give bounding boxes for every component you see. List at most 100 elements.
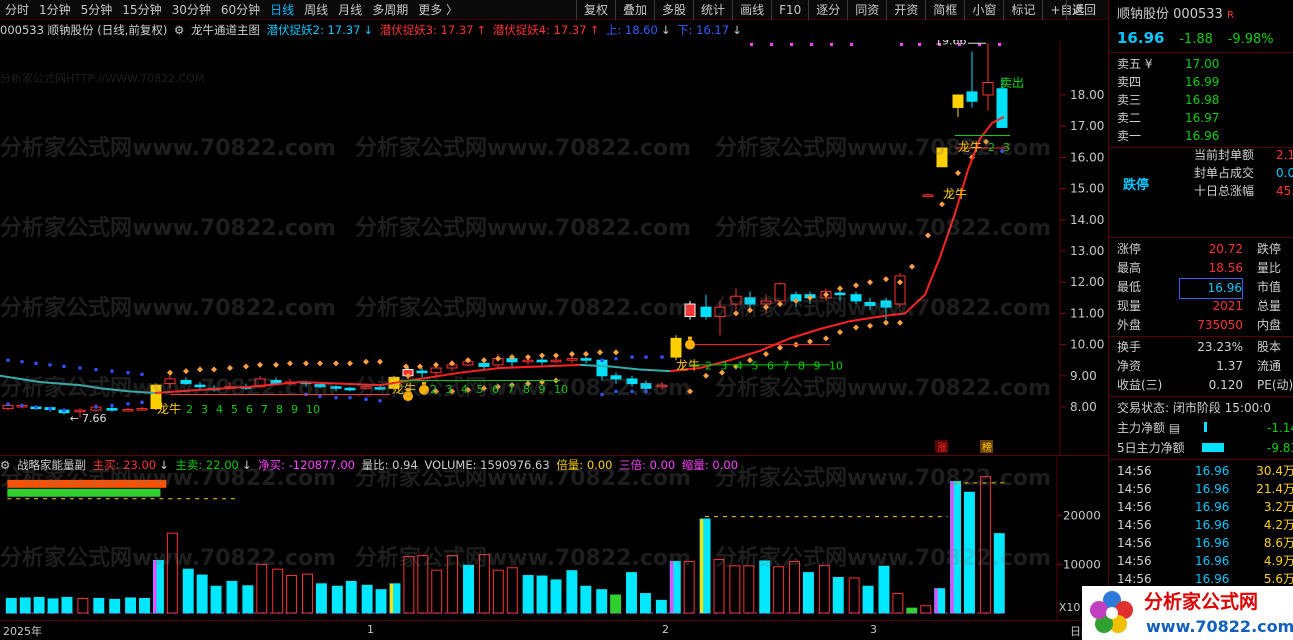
volume-bar[interactable] bbox=[226, 580, 238, 614]
volume-bar[interactable] bbox=[125, 597, 137, 614]
period-tab[interactable]: 更多 〉 bbox=[413, 0, 463, 20]
volume-bar[interactable] bbox=[109, 598, 121, 614]
volume-bar[interactable] bbox=[743, 565, 755, 614]
toolbar-button[interactable]: 叠加 bbox=[615, 0, 654, 20]
candle[interactable] bbox=[106, 407, 118, 412]
candle[interactable] bbox=[922, 193, 934, 197]
period-tab[interactable]: 30分钟 bbox=[167, 0, 216, 20]
volume-bar[interactable] bbox=[906, 607, 918, 614]
period-tab[interactable]: 周线 bbox=[299, 0, 333, 20]
candle[interactable] bbox=[670, 335, 682, 361]
candle[interactable] bbox=[714, 300, 726, 336]
back-button[interactable]: 返回 bbox=[1066, 0, 1101, 20]
volume-bar[interactable] bbox=[77, 597, 89, 614]
volume-bar[interactable] bbox=[331, 585, 343, 614]
volume-bar[interactable] bbox=[979, 476, 991, 614]
volume-chart[interactable]: 20000 10000 X10 bbox=[0, 455, 1108, 620]
period-tab[interactable]: 15分钟 bbox=[117, 0, 166, 20]
volume-bar[interactable] bbox=[950, 481, 962, 614]
volume-bar[interactable] bbox=[773, 566, 785, 614]
volume-bar[interactable] bbox=[431, 569, 443, 614]
volume-bar[interactable] bbox=[375, 589, 387, 614]
gear-icon[interactable]: ⚙ bbox=[0, 458, 10, 472]
candle[interactable] bbox=[966, 51, 978, 108]
volume-bar[interactable] bbox=[256, 563, 268, 614]
volume-bar[interactable] bbox=[848, 577, 860, 614]
indicator-name[interactable]: 龙牛通道主图 bbox=[191, 23, 260, 37]
volume-bar[interactable] bbox=[506, 567, 518, 614]
candle[interactable] bbox=[416, 368, 428, 378]
candle[interactable] bbox=[626, 375, 638, 387]
volume-bar[interactable] bbox=[699, 518, 711, 614]
volume-bar[interactable] bbox=[492, 569, 504, 614]
volume-bar[interactable] bbox=[478, 554, 490, 614]
volume-bar[interactable] bbox=[152, 559, 164, 614]
candle[interactable] bbox=[360, 385, 372, 390]
candle[interactable] bbox=[982, 43, 994, 111]
volume-bar[interactable] bbox=[522, 575, 534, 614]
price-chart[interactable]: 18.00 17.00 16.00 15.00 14.00 13.00 12.00 11.00… bbox=[0, 40, 1108, 455]
candle[interactable] bbox=[864, 297, 876, 311]
candle[interactable] bbox=[952, 94, 964, 117]
candle[interactable] bbox=[344, 386, 356, 392]
toolbar-button[interactable]: 统计 bbox=[693, 0, 732, 20]
volume-indicator-name[interactable]: 战略家能量副 bbox=[17, 458, 86, 472]
volume-bar[interactable] bbox=[182, 568, 194, 614]
candle[interactable] bbox=[330, 385, 342, 392]
volume-bar[interactable] bbox=[272, 568, 284, 614]
volume-bar[interactable] bbox=[33, 596, 45, 614]
toolbar-button[interactable]: 开资 bbox=[886, 0, 925, 20]
toolbar-button[interactable]: 画线 bbox=[732, 0, 771, 20]
volume-bar[interactable] bbox=[139, 597, 150, 614]
volume-bar[interactable] bbox=[286, 575, 298, 614]
volume-bar[interactable] bbox=[463, 564, 474, 614]
volume-bar[interactable] bbox=[417, 555, 429, 614]
toolbar-button[interactable]: 逐分 bbox=[808, 0, 847, 20]
volume-bar[interactable] bbox=[729, 565, 741, 614]
list-icon[interactable]: ▤ bbox=[1169, 421, 1180, 435]
volume-bar[interactable] bbox=[655, 599, 667, 614]
volume-bar[interactable] bbox=[610, 594, 622, 614]
volume-bar[interactable] bbox=[596, 589, 608, 614]
volume-bar[interactable] bbox=[315, 583, 327, 614]
volume-bar[interactable] bbox=[93, 597, 105, 614]
candle[interactable] bbox=[850, 291, 862, 305]
volume-bar[interactable] bbox=[389, 583, 401, 614]
volume-bar[interactable] bbox=[166, 532, 178, 614]
candle[interactable] bbox=[936, 147, 948, 168]
toolbar-button[interactable]: F10 bbox=[771, 0, 808, 20]
volume-bar[interactable] bbox=[920, 605, 932, 614]
period-tab[interactable]: 多周期 bbox=[367, 0, 413, 20]
volume-bar[interactable] bbox=[550, 579, 562, 614]
candle[interactable] bbox=[180, 377, 192, 386]
volume-bar[interactable] bbox=[818, 564, 830, 614]
volume-bar[interactable] bbox=[5, 597, 17, 614]
volume-bar[interactable] bbox=[19, 597, 31, 614]
toolbar-button[interactable]: 复权 bbox=[576, 0, 615, 20]
candle[interactable] bbox=[730, 288, 742, 311]
volume-bar[interactable] bbox=[210, 585, 222, 614]
volume-bar[interactable] bbox=[862, 585, 874, 614]
volume-bar[interactable] bbox=[302, 573, 313, 614]
volume-bar[interactable] bbox=[566, 570, 578, 614]
candle[interactable] bbox=[894, 272, 906, 308]
toolbar-button[interactable]: 同资 bbox=[847, 0, 886, 20]
volume-bar[interactable] bbox=[713, 558, 725, 614]
candle[interactable] bbox=[610, 372, 622, 384]
candle[interactable] bbox=[684, 300, 696, 320]
volume-bar[interactable] bbox=[361, 584, 373, 614]
candle[interactable] bbox=[656, 382, 668, 390]
volume-bar[interactable] bbox=[683, 560, 695, 614]
volume-bar[interactable] bbox=[934, 588, 946, 614]
volume-bar[interactable] bbox=[789, 560, 800, 614]
toolbar-button[interactable]: 标记 bbox=[1003, 0, 1042, 20]
volume-bar[interactable] bbox=[345, 580, 357, 614]
period-tab[interactable]: 1分钟 bbox=[34, 0, 76, 20]
candle[interactable] bbox=[122, 407, 134, 412]
volume-bar[interactable] bbox=[892, 593, 904, 614]
volume-bar[interactable] bbox=[832, 576, 844, 614]
volume-bar[interactable] bbox=[403, 556, 415, 614]
volume-bar[interactable] bbox=[964, 491, 975, 614]
volume-bar[interactable] bbox=[536, 575, 548, 614]
period-tab[interactable]: 月线 bbox=[333, 0, 367, 20]
